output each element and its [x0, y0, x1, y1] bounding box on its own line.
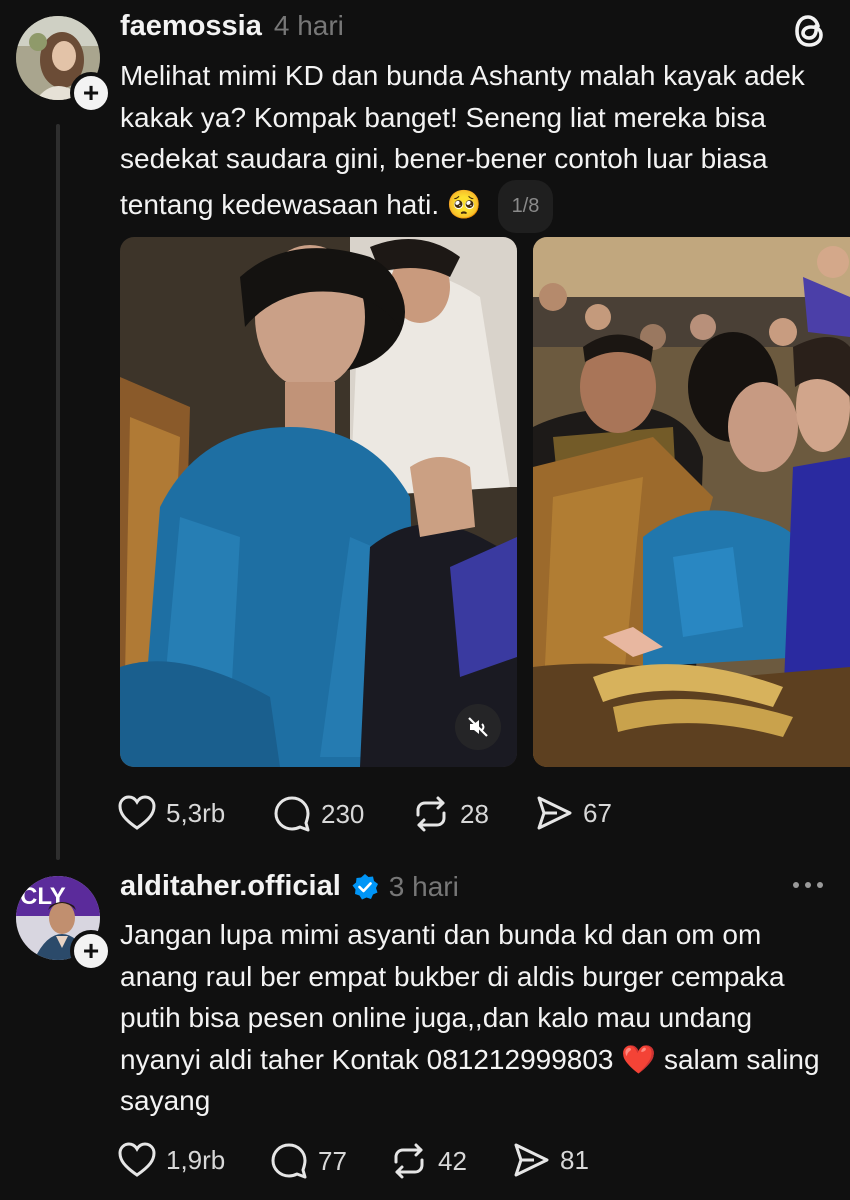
like-button[interactable]: 5,3rb [118, 795, 225, 831]
repost-button[interactable]: 42 [390, 1142, 467, 1180]
plus-icon: + [82, 935, 100, 966]
more-horizontal-icon[interactable] [788, 875, 828, 900]
reply-count: 230 [321, 798, 365, 829]
reply-button[interactable]: 77 [270, 1142, 347, 1180]
comment-icon [271, 1143, 307, 1179]
follow-button[interactable]: + [70, 72, 112, 114]
threads-logo-icon[interactable] [792, 12, 828, 55]
media-image-2[interactable] [533, 237, 850, 767]
follow-button[interactable]: + [70, 930, 112, 972]
plus-icon: + [82, 77, 100, 108]
share-count: 81 [560, 1144, 589, 1175]
red-heart-emoji: ❤️ [621, 1043, 657, 1075]
post-text: Melihat mimi KD dan bunda Ashanty malah … [120, 55, 830, 233]
post-text: Jangan lupa mimi asyanti dan bunda kd da… [120, 914, 832, 1122]
share-count: 67 [583, 797, 612, 828]
media-video-1[interactable] [120, 237, 517, 767]
reply-button[interactable]: 230 [273, 795, 364, 833]
post-header: faemossia 4 hari [120, 10, 344, 43]
volume-mute-icon[interactable] [455, 704, 501, 750]
thread-connector-line [56, 124, 60, 860]
repost-count: 42 [438, 1145, 467, 1176]
repost-icon [394, 1143, 424, 1179]
pleading-face-emoji: 🥺 [446, 188, 482, 220]
post-time[interactable]: 4 hari [274, 10, 344, 42]
share-button[interactable]: 67 [535, 795, 612, 831]
like-count: 5,3rb [166, 797, 226, 828]
comment-icon [274, 796, 310, 832]
username[interactable]: faemossia [120, 10, 262, 43]
heart-icon [118, 795, 156, 830]
post-header: alditaher.official 3 hari [120, 870, 459, 903]
like-count: 1,9rb [166, 1144, 226, 1175]
like-button[interactable]: 1,9rb [118, 1142, 225, 1178]
share-button[interactable]: 81 [512, 1142, 589, 1178]
send-icon [537, 796, 572, 830]
username[interactable]: alditaher.official [120, 870, 341, 903]
repost-count: 28 [460, 798, 489, 829]
verified-badge-icon [352, 873, 378, 899]
reply-count: 77 [318, 1145, 347, 1176]
post-time[interactable]: 3 hari [389, 871, 459, 903]
send-icon [514, 1143, 549, 1177]
repost-button[interactable]: 28 [412, 795, 489, 833]
repost-icon [416, 796, 446, 832]
media-counter: 1/8 [497, 179, 554, 233]
heart-icon [118, 1142, 156, 1177]
